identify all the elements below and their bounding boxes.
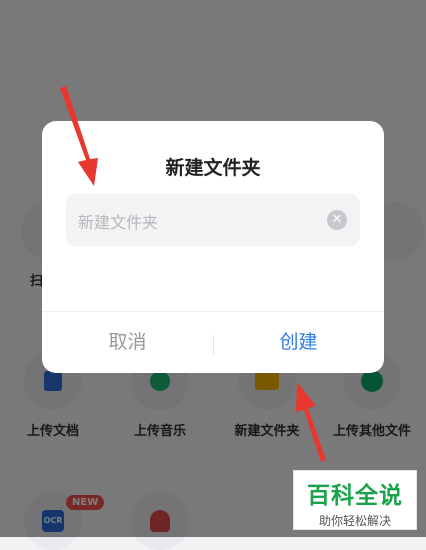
arrow-to-title <box>60 86 98 186</box>
arrow-to-create <box>296 382 326 462</box>
annotation-arrows <box>60 86 326 462</box>
watermark-logo: 百科全说 助你轻松解决 <box>293 470 417 530</box>
watermark-title: 百科全说 <box>307 483 403 509</box>
watermark-subtitle: 助你轻松解决 <box>318 514 391 528</box>
